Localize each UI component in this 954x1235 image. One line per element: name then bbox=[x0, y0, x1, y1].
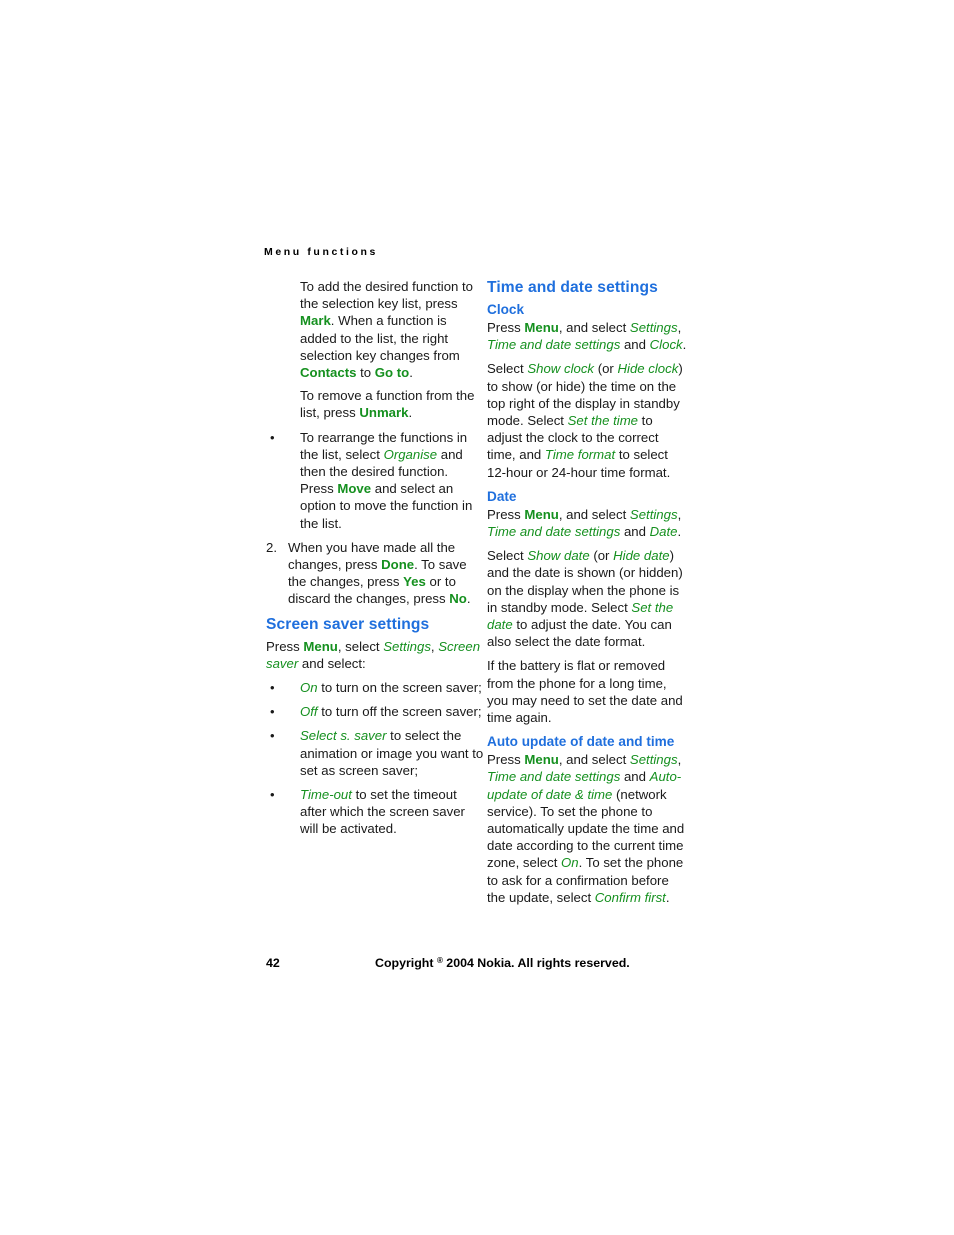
bullet-icon: • bbox=[270, 680, 275, 696]
softkey-menu: Menu bbox=[524, 506, 559, 522]
menu-item-off: Off bbox=[300, 704, 318, 720]
list-item-step-two: 2. When you have made all the changes, pr… bbox=[266, 539, 484, 608]
text: , bbox=[677, 320, 682, 335]
heading-auto-update-of-date-and-time: Auto update of date and time bbox=[487, 734, 675, 750]
menu-item-settings: Settings bbox=[383, 638, 431, 654]
copyright-notice: Copyright ® 2004 Nokia. All rights reser… bbox=[375, 956, 630, 970]
left-column: To add the desired function to the selec… bbox=[266, 278, 484, 845]
softkey-contacts: Contacts bbox=[300, 365, 357, 381]
text: to turn off the screen saver; bbox=[317, 704, 482, 720]
softkey-done: Done bbox=[381, 557, 415, 573]
text: and select: bbox=[298, 655, 366, 671]
text: , select bbox=[337, 638, 384, 654]
text: . bbox=[682, 337, 687, 353]
text: Press bbox=[487, 752, 525, 768]
paragraph-clock-path: Press Menu, and select Settings, Time an… bbox=[487, 319, 687, 353]
running-head: Menu functions bbox=[264, 246, 378, 258]
heading-clock: Clock bbox=[487, 302, 525, 317]
text: (or bbox=[594, 361, 618, 377]
text: Press bbox=[266, 638, 304, 654]
heading-date: Date bbox=[487, 488, 517, 504]
menu-item-time-and-date-settings: Time and date settings bbox=[487, 524, 621, 540]
softkey-unmark: Unmark bbox=[359, 405, 409, 421]
list-item-rearrange: • To rearrange the functions in the list,… bbox=[266, 429, 484, 532]
text: . bbox=[409, 365, 413, 381]
menu-item-show-date: Show date bbox=[527, 548, 590, 564]
right-column: Time and date settings Clock Press Menu,… bbox=[487, 278, 687, 913]
menu-item-show-clock: Show clock bbox=[527, 361, 595, 377]
text: Select bbox=[487, 548, 528, 564]
softkey-mark: Mark bbox=[300, 313, 331, 329]
text: . bbox=[677, 524, 682, 540]
menu-item-hide-date: Hide date bbox=[613, 548, 670, 564]
text: , and select bbox=[558, 320, 630, 335]
menu-item-hide-clock: Hide clock bbox=[617, 361, 679, 377]
menu-item-time-and-date-settings: Time and date settings bbox=[487, 769, 621, 785]
menu-item-time-format: Time format bbox=[544, 447, 616, 463]
text: . bbox=[665, 889, 670, 905]
softkey-yes: Yes bbox=[403, 574, 426, 590]
menu-item-time-out: Time-out bbox=[300, 787, 352, 803]
paragraph-battery-note: If the battery is flat or removed from t… bbox=[487, 658, 683, 726]
text: . bbox=[466, 591, 471, 607]
paragraph-mark-function: To add the desired function to the selec… bbox=[266, 278, 484, 381]
text: Press bbox=[487, 320, 525, 335]
softkey-no: No bbox=[449, 591, 467, 607]
menu-item-select-s-saver: Select s. saver bbox=[300, 728, 387, 744]
softkey-menu: Menu bbox=[524, 752, 559, 768]
bullet-icon: • bbox=[270, 728, 275, 744]
text: . bbox=[408, 405, 413, 421]
softkey-menu: Menu bbox=[303, 638, 338, 654]
list-item-time-out: • Time-out to set the timeout after which… bbox=[266, 786, 484, 838]
softkey-menu: Menu bbox=[524, 320, 559, 335]
heading-time-and-date-settings: Time and date settings bbox=[487, 279, 658, 296]
menu-item-date: Date bbox=[649, 524, 678, 540]
menu-item-set-the-time: Set the time bbox=[567, 413, 639, 429]
paragraph-screen-saver-intro: Press Menu, select Settings, Screen save… bbox=[266, 638, 484, 672]
paragraph-auto-update-description: Press Menu, and select Settings, Time an… bbox=[487, 751, 687, 906]
text: and bbox=[620, 524, 650, 540]
bullet-icon: • bbox=[270, 787, 275, 803]
menu-item-organise: Organise bbox=[383, 446, 438, 462]
list-item-on: • On to turn on the screen saver; bbox=[266, 679, 484, 696]
text: Press bbox=[487, 506, 525, 522]
list-number: 2. bbox=[266, 539, 277, 555]
list-item-select-s-saver: • Select s. saver to select the animation… bbox=[266, 727, 484, 779]
text: and bbox=[620, 337, 650, 353]
text: , and select bbox=[558, 506, 630, 522]
list-item-off: • Off to turn off the screen saver; bbox=[266, 703, 484, 720]
text: Select bbox=[487, 361, 528, 377]
bullet-icon: • bbox=[270, 704, 275, 720]
menu-item-clock: Clock bbox=[649, 337, 683, 353]
text: to bbox=[356, 365, 375, 381]
menu-item-settings: Settings bbox=[629, 506, 678, 522]
menu-item-on: On bbox=[300, 680, 318, 696]
text: and bbox=[620, 769, 650, 785]
softkey-move: Move bbox=[337, 481, 372, 497]
menu-item-settings: Settings bbox=[629, 320, 678, 335]
text: to turn on the screen saver; bbox=[317, 680, 482, 696]
paragraph-date-path: Press Menu, and select Settings, Time an… bbox=[487, 506, 687, 540]
text: (or bbox=[589, 548, 614, 564]
menu-item-settings: Settings bbox=[629, 752, 678, 768]
text: To add the desired function to the selec… bbox=[300, 279, 474, 312]
paragraph-date-description: Select Show date (or Hide date) and the … bbox=[487, 547, 687, 650]
text: , bbox=[677, 752, 682, 768]
menu-item-confirm-first: Confirm first bbox=[594, 889, 666, 905]
paragraph-clock-description: Select Show clock (or Hide clock) to sho… bbox=[487, 360, 687, 480]
bullet-icon: • bbox=[270, 429, 275, 445]
text: to adjust the date. You can also select … bbox=[487, 617, 672, 650]
text: , and select bbox=[558, 752, 630, 768]
text: 2004 Nokia. All rights reserved. bbox=[442, 956, 630, 970]
heading-screen-saver-settings: Screen saver settings bbox=[266, 615, 430, 633]
text: , bbox=[677, 506, 682, 522]
softkey-go-to: Go to bbox=[374, 365, 410, 381]
manual-page: Menu functions To add the desired functi… bbox=[0, 0, 954, 1235]
menu-item-time-and-date-settings: Time and date settings bbox=[487, 337, 621, 353]
menu-item-on: On bbox=[561, 855, 579, 871]
paragraph-unmark-function: To remove a function from the list, pres… bbox=[266, 387, 484, 421]
text: Copyright bbox=[375, 956, 437, 970]
page-number: 42 bbox=[266, 956, 280, 970]
